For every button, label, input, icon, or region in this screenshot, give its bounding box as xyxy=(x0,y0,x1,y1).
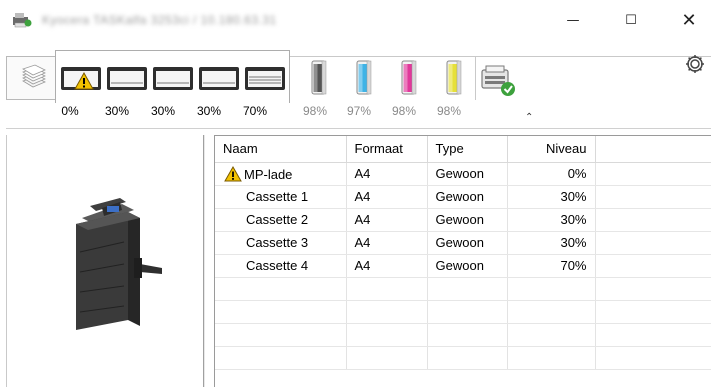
paper-tray-table: Naam Formaat Type Niveau MP-lade A4 Gewoon… xyxy=(214,135,711,387)
empty-row xyxy=(215,300,711,324)
cell-type: Gewoon xyxy=(427,162,508,186)
paper-stack-icon xyxy=(17,63,47,96)
toolbar-divider xyxy=(6,128,711,129)
maximize-button[interactable]: ☐ xyxy=(608,0,654,40)
column-header-format[interactable]: Formaat xyxy=(346,136,428,163)
cell-level: 30% xyxy=(507,231,596,255)
cell-level: 30% xyxy=(507,208,596,232)
cell-level: 70% xyxy=(507,254,596,278)
cell-type: Gewoon xyxy=(427,231,508,255)
empty-cell xyxy=(215,277,347,301)
empty-cell xyxy=(215,346,347,370)
close-button[interactable]: ✕ xyxy=(666,0,711,40)
toner-icon[interactable] xyxy=(445,60,463,96)
empty-cell xyxy=(346,346,428,370)
empty-cell xyxy=(346,300,428,324)
printer-app-icon xyxy=(12,12,32,28)
tray-icon[interactable] xyxy=(106,66,148,91)
toner-level-label: 98% xyxy=(302,104,328,118)
tray-level-label: 70% xyxy=(242,104,268,118)
settings-gear-icon[interactable] xyxy=(684,53,706,75)
tray-level-label: 30% xyxy=(104,104,130,118)
cell-empty xyxy=(595,231,711,255)
cell-level: 0% xyxy=(507,162,596,186)
cell-format: A4 xyxy=(346,254,428,278)
empty-cell xyxy=(346,277,428,301)
minimize-button[interactable]: — xyxy=(550,0,596,40)
table-row[interactable]: MP-lade A4 Gewoon 0% xyxy=(215,162,711,186)
toner-level-label: 98% xyxy=(436,104,462,118)
empty-cell xyxy=(427,346,508,370)
column-header-name[interactable]: Naam xyxy=(215,136,347,163)
cell-name: Cassette 3 xyxy=(215,231,347,255)
cell-type: Gewoon xyxy=(427,254,508,278)
toner-level-label: 97% xyxy=(346,104,372,118)
tray-icon[interactable] xyxy=(244,66,286,91)
warning-icon xyxy=(224,165,242,182)
table-header-row: Naam Formaat Type Niveau xyxy=(215,136,711,163)
tray-name: Cassette 3 xyxy=(246,235,309,250)
collapse-icon[interactable]: ⌃ xyxy=(525,112,533,123)
cell-name: Cassette 2 xyxy=(215,208,347,232)
empty-cell xyxy=(595,323,711,347)
tray-icon[interactable] xyxy=(152,66,194,91)
empty-cell xyxy=(507,346,596,370)
cell-format: A4 xyxy=(346,185,428,209)
printer-device-image xyxy=(62,194,166,336)
cell-empty xyxy=(595,162,711,186)
paper-stack-tab[interactable] xyxy=(6,56,55,100)
cell-name: MP-lade xyxy=(215,162,347,186)
table-row[interactable]: Cassette 4 A4 Gewoon 70% xyxy=(215,254,711,278)
cell-empty xyxy=(595,254,711,278)
tray-level-label: 0% xyxy=(61,104,79,118)
cell-name: Cassette 4 xyxy=(215,254,347,278)
tray-name: Cassette 1 xyxy=(246,189,309,204)
panel-splitter[interactable] xyxy=(203,135,205,387)
empty-cell xyxy=(427,323,508,347)
cell-name: Cassette 1 xyxy=(215,185,347,209)
empty-row xyxy=(215,323,711,347)
empty-cell xyxy=(507,277,596,301)
empty-row xyxy=(215,346,711,370)
cell-format: A4 xyxy=(346,208,428,232)
empty-row xyxy=(215,277,711,301)
window-title: Kyocera TASKalfa 3253ci / 10.180.63.31 xyxy=(42,13,277,27)
toner-icon[interactable] xyxy=(400,60,418,96)
column-header-level[interactable]: Niveau xyxy=(507,136,596,163)
toner-level-label: 98% xyxy=(391,104,417,118)
empty-cell xyxy=(507,300,596,324)
column-header-empty xyxy=(595,136,711,163)
empty-cell xyxy=(507,323,596,347)
cell-type: Gewoon xyxy=(427,208,508,232)
tray-name: Cassette 2 xyxy=(246,212,309,227)
warning-icon xyxy=(74,71,94,93)
empty-cell xyxy=(427,277,508,301)
device-status-icon[interactable] xyxy=(478,64,522,100)
cell-type: Gewoon xyxy=(427,185,508,209)
table-row[interactable]: Cassette 3 A4 Gewoon 30% xyxy=(215,231,711,255)
empty-cell xyxy=(595,346,711,370)
tray-name: Cassette 4 xyxy=(246,258,309,273)
tray-level-label: 30% xyxy=(196,104,222,118)
tray-name: MP-lade xyxy=(244,166,293,182)
cell-format: A4 xyxy=(346,162,428,186)
cell-empty xyxy=(595,208,711,232)
toner-icon[interactable] xyxy=(310,60,328,96)
table-row[interactable]: Cassette 2 A4 Gewoon 30% xyxy=(215,208,711,232)
table-row[interactable]: Cassette 1 A4 Gewoon 30% xyxy=(215,185,711,209)
empty-cell xyxy=(595,300,711,324)
tray-icon[interactable] xyxy=(198,66,240,91)
empty-cell xyxy=(595,277,711,301)
toner-icon[interactable] xyxy=(355,60,373,96)
cell-format: A4 xyxy=(346,231,428,255)
empty-cell xyxy=(215,323,347,347)
empty-cell xyxy=(215,300,347,324)
empty-cell xyxy=(427,300,508,324)
empty-cell xyxy=(346,323,428,347)
cell-level: 30% xyxy=(507,185,596,209)
tray-level-label: 30% xyxy=(150,104,176,118)
cell-empty xyxy=(595,185,711,209)
title-bar: Kyocera TASKalfa 3253ci / 10.180.63.31 —… xyxy=(0,0,711,40)
column-header-type[interactable]: Type xyxy=(427,136,508,163)
